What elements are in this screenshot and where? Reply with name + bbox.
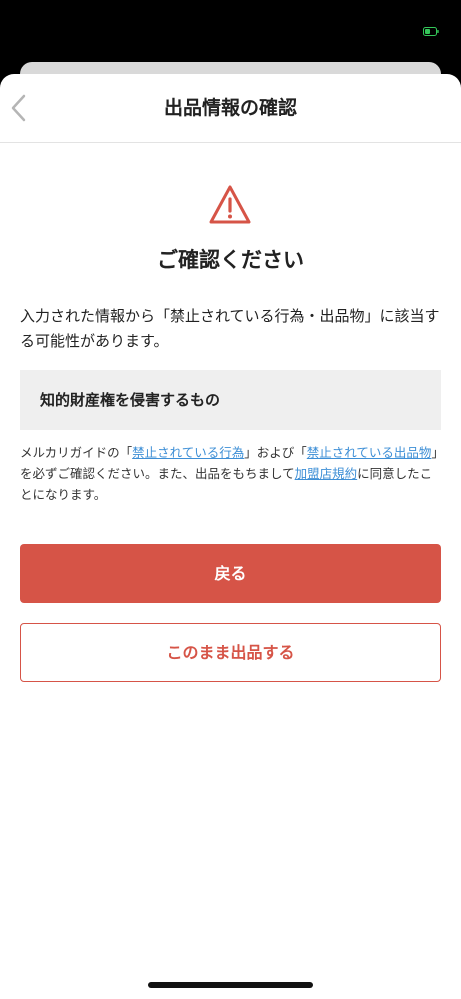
violation-category-label: 知的財産権を侵害するもの — [40, 391, 221, 409]
guide-text-middle-1: 」および「 — [244, 445, 307, 460]
alert-description: 入力された情報から「禁止されている行為・出品物」に該当する可能性があります。 — [20, 307, 440, 350]
prohibited-items-link[interactable]: 禁止されている出品物 — [307, 445, 432, 460]
guide-notice: メルカリガイドの「禁止されている行為」および「禁止されている出品物」を必ずご確認… — [20, 442, 441, 505]
confirmation-sheet: 出品情報の確認 ご確認ください 入力された情報から「禁止されている行為・出品物」… — [0, 74, 461, 999]
back-button[interactable]: 戻る — [20, 544, 441, 603]
merchant-terms-link[interactable]: 加盟店規約 — [295, 466, 358, 481]
battery-charging-icon — [423, 27, 439, 36]
home-indicator — [148, 982, 313, 988]
status-bar — [0, 0, 461, 62]
navigation-bar: 出品情報の確認 — [0, 74, 461, 143]
warning-triangle-icon — [209, 185, 251, 224]
guide-text-prefix: メルカリガイドの「 — [20, 445, 133, 460]
alert-heading: ご確認ください — [157, 248, 304, 272]
prohibited-actions-link[interactable]: 禁止されている行為 — [132, 445, 244, 460]
list-anyway-button[interactable]: このまま出品する — [20, 623, 441, 682]
violation-category-box: 知的財産権を侵害するもの — [20, 370, 441, 430]
page-title: 出品情報の確認 — [163, 97, 297, 119]
